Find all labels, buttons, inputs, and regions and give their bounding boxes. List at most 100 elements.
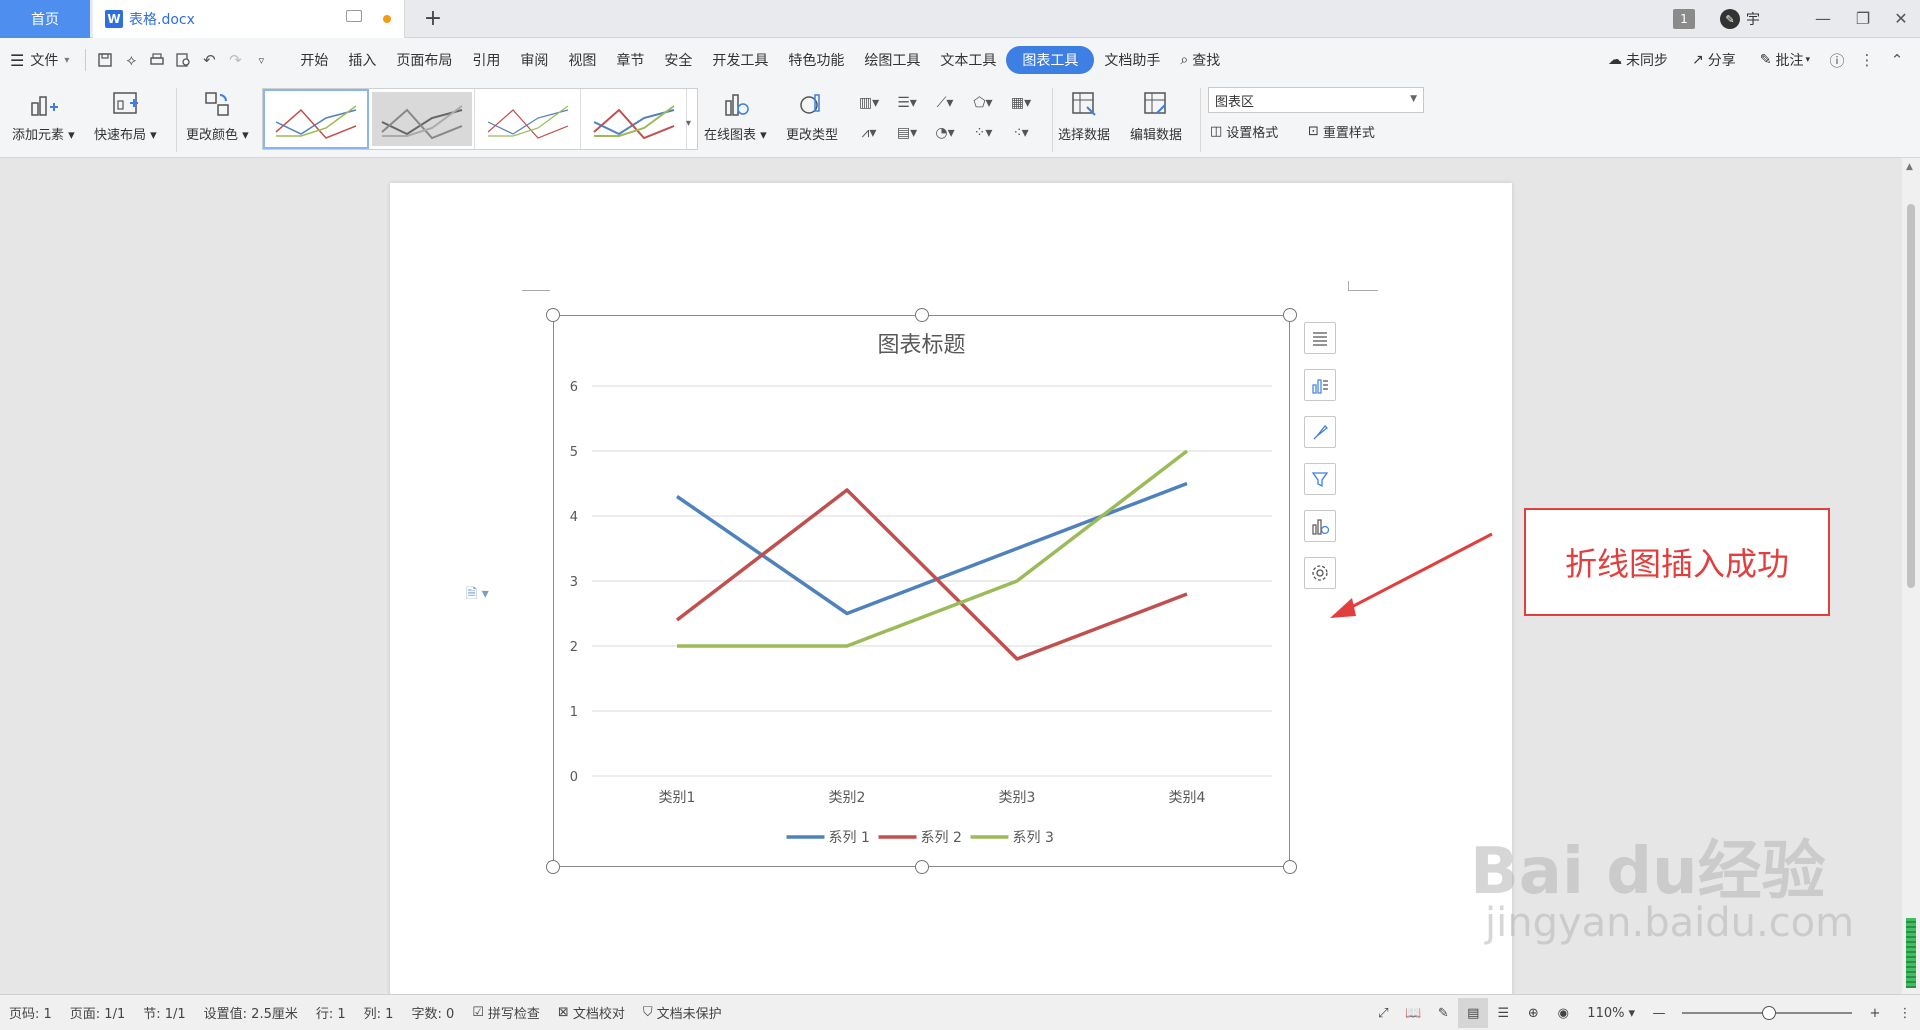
customize-toolbar-icon[interactable]: ▿ (248, 47, 274, 73)
close-button[interactable]: ✕ (1886, 6, 1916, 32)
restore-button[interactable]: ❐ (1848, 6, 1878, 32)
monitor-icon[interactable] (346, 10, 362, 22)
bar-chart-icon[interactable]: ☰▾ (888, 88, 926, 118)
status-pages[interactable]: 页面: 1/1 (61, 1003, 134, 1022)
status-word-count[interactable]: 字数: 0 (402, 1003, 463, 1022)
zoom-level[interactable]: 110% ▾ (1578, 1006, 1644, 1021)
change-type-button[interactable]: 更改类型 (786, 86, 838, 143)
tab-review[interactable]: 审阅 (510, 38, 558, 82)
combo-chart-icon[interactable]: ▤▾ (888, 118, 926, 148)
format-painter-icon[interactable]: ⟡ (118, 47, 144, 73)
change-color-button[interactable]: 更改颜色 ▾ (186, 86, 249, 143)
tab-start[interactable]: 开始 (290, 38, 338, 82)
protection-button[interactable]: ⛉ 文档未保护 (634, 1003, 731, 1022)
fullscreen-icon[interactable]: ⤢ (1368, 998, 1398, 1028)
status-section[interactable]: 节: 1/1 (134, 1003, 194, 1022)
tab-page-layout[interactable]: 页面布局 (386, 38, 462, 82)
search-button[interactable]: ⌕ 查找 (1170, 38, 1230, 82)
document-page[interactable]: 🗎 ▾ 图表标题 0 1 2 3 4 5 6 类别1 类别2 类别3 类别4 系列 1 系列 2 系列 3 (390, 183, 1512, 994)
gallery-expand-icon[interactable]: ▾ (686, 118, 691, 129)
resize-handle[interactable] (915, 308, 929, 322)
resize-handle[interactable] (915, 860, 929, 874)
tab-security[interactable]: 安全 (654, 38, 702, 82)
select-data-button[interactable]: 选择数据 (1058, 86, 1110, 143)
eye-protection-icon[interactable]: ◉ (1548, 998, 1578, 1028)
chart-area[interactable]: 图表标题 0 1 2 3 4 5 6 类别1 类别2 类别3 类别4 系列 1 系列 2 系列 3 (553, 315, 1290, 867)
online-chart-button[interactable]: 在线图表 ▾ (704, 86, 767, 143)
web-view-icon[interactable]: ⊕ (1518, 998, 1548, 1028)
chart-filter-button[interactable] (1304, 463, 1336, 495)
zoom-slider[interactable] (1682, 1006, 1852, 1020)
tab-text-tools[interactable]: 文本工具 (930, 38, 1006, 82)
tab-chart-tools[interactable]: 图表工具 (1006, 38, 1095, 82)
resize-handle[interactable] (1283, 308, 1297, 322)
reset-style-button[interactable]: ⊡ 重置样式 (1308, 122, 1375, 141)
help-icon[interactable]: ⓘ (1824, 47, 1850, 73)
line-chart-icon[interactable]: ⟋▾ (926, 88, 964, 118)
column-chart-icon[interactable]: ▥▾ (850, 88, 888, 118)
chart-style-thumb-1[interactable] (263, 89, 369, 149)
zoom-out-button[interactable]: — (1644, 998, 1674, 1028)
vertical-scrollbar[interactable]: ▲ (1902, 158, 1920, 994)
chart-style-thumb-2[interactable] (369, 89, 475, 149)
new-tab-button[interactable]: + (420, 6, 446, 32)
scrollbar-thumb[interactable] (1907, 204, 1915, 588)
page-view-icon[interactable]: ▤ (1458, 998, 1489, 1028)
print-preview-icon[interactable] (170, 47, 196, 73)
scatter-line-chart-icon[interactable]: ⁖▾ (1002, 118, 1040, 148)
save-icon[interactable] (92, 47, 118, 73)
document-workspace[interactable]: 🗎 ▾ 图表标题 0 1 2 3 4 5 6 类别1 类别2 类别3 类别4 系列 1 系列 2 系列 3 … (0, 158, 1902, 994)
zoom-slider-knob[interactable] (1762, 1006, 1776, 1020)
status-setting[interactable]: 设置值: 2.5厘米 (195, 1003, 307, 1022)
stock-chart-icon[interactable]: ▦▾ (1002, 88, 1040, 118)
edit-data-button[interactable]: 编辑数据 (1130, 86, 1182, 143)
chart-elements-button[interactable] (1304, 322, 1336, 354)
tab-document[interactable]: W 表格.docx (93, 0, 405, 38)
area-chart-icon[interactable]: ⩘▾ (850, 118, 888, 148)
scroll-up-icon[interactable]: ▲ (1906, 162, 1913, 172)
user-account[interactable]: ✎ 宇 (1720, 9, 1760, 29)
quick-layout-button[interactable]: 快速布局 ▾ (94, 86, 157, 143)
tab-drawing-tools[interactable]: 绘图工具 (854, 38, 930, 82)
read-mode-icon[interactable]: 📖 (1398, 998, 1428, 1028)
zoom-in-button[interactable]: + (1860, 998, 1890, 1028)
tab-chapter[interactable]: 章节 (606, 38, 654, 82)
redo-icon[interactable]: ↷ (222, 47, 248, 73)
chart-style-thumb-4[interactable] (581, 89, 687, 149)
sync-button[interactable]: ☁ 未同步 (1598, 38, 1678, 82)
more-icon[interactable]: ⋮ (1854, 47, 1880, 73)
radar-chart-icon[interactable]: ⬠▾ (964, 88, 1002, 118)
settings-icon[interactable]: ⋮ (1890, 998, 1920, 1028)
resize-handle[interactable] (546, 308, 560, 322)
chart-style-thumb-3[interactable] (475, 89, 581, 149)
collapse-ribbon-icon[interactable]: ⌃ (1884, 47, 1910, 73)
chart-style-button[interactable] (1304, 369, 1336, 401)
tab-references[interactable]: 引用 (462, 38, 510, 82)
share-button[interactable]: ↗ 分享 (1682, 38, 1746, 82)
status-page-number[interactable]: 页码: 1 (0, 1003, 61, 1022)
window-count-badge[interactable]: 1 (1673, 9, 1695, 29)
tab-developer[interactable]: 开发工具 (702, 38, 778, 82)
chart-element-select[interactable]: 图表区 ▼ (1208, 87, 1424, 113)
resize-handle[interactable] (1283, 860, 1297, 874)
scatter-chart-icon[interactable]: ⁘▾ (964, 118, 1002, 148)
pie-chart-icon[interactable]: ◔▾ (926, 118, 964, 148)
undo-icon[interactable]: ↶ (196, 47, 222, 73)
print-icon[interactable] (144, 47, 170, 73)
chart-settings-button[interactable] (1304, 557, 1336, 589)
tab-view[interactable]: 视图 (558, 38, 606, 82)
comment-button[interactable]: ✎ 批注 ▾ (1750, 38, 1820, 82)
file-menu[interactable]: ☰ 文件 ▾ (0, 38, 79, 82)
set-format-button[interactable]: ◫ 设置格式 (1210, 122, 1278, 141)
paste-options-icon[interactable]: 🗎 ▾ (466, 583, 489, 607)
minimize-button[interactable]: — (1808, 6, 1838, 32)
resize-handle[interactable] (546, 860, 560, 874)
tab-home[interactable]: 首页 (0, 0, 90, 38)
spell-check-button[interactable]: ☑ 拼写检查 (463, 1003, 549, 1022)
tab-doc-assistant[interactable]: 文档助手 (1094, 38, 1170, 82)
online-chart-side-button[interactable] (1304, 510, 1336, 542)
write-mode-icon[interactable]: ✎ (1428, 998, 1458, 1028)
tab-insert[interactable]: 插入 (338, 38, 386, 82)
add-element-button[interactable]: 添加元素 ▾ (12, 86, 75, 143)
outline-view-icon[interactable]: ☰ (1488, 998, 1518, 1028)
